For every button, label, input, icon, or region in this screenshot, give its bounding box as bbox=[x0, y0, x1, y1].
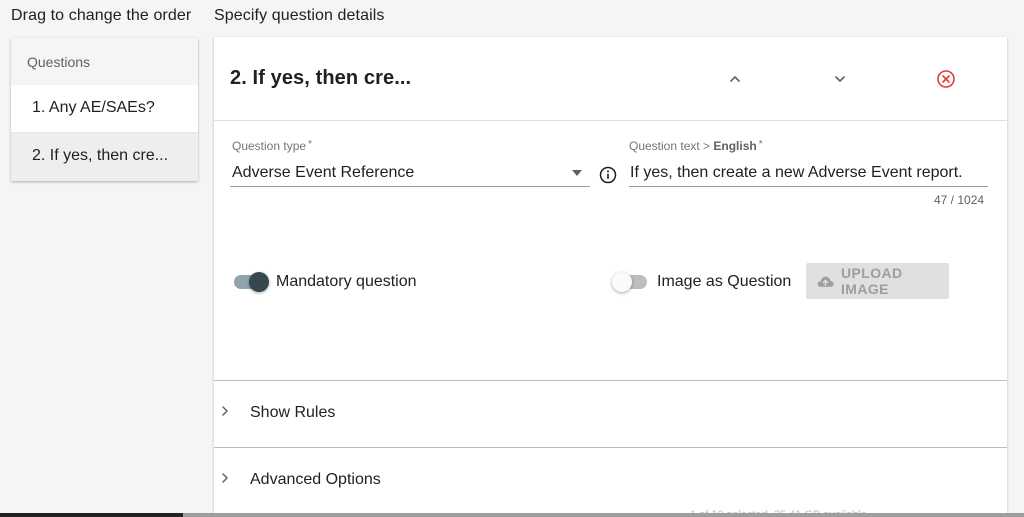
move-down-button[interactable] bbox=[826, 65, 854, 93]
show-rules-label: Show Rules bbox=[250, 404, 336, 421]
image-as-question-toggle[interactable] bbox=[612, 272, 648, 292]
question-type-label: Question type * bbox=[232, 139, 312, 153]
toggle-thumb bbox=[249, 272, 269, 292]
card-header: 2. If yes, then cre... bbox=[214, 37, 1007, 121]
card-title: 2. If yes, then cre... bbox=[230, 67, 412, 89]
question-details-card: 2. If yes, then cre... Question type * Ad… bbox=[214, 37, 1007, 517]
character-counter: 47 / 1024 bbox=[934, 193, 985, 207]
cloud-upload-icon bbox=[817, 276, 834, 287]
chevron-down-icon bbox=[835, 76, 845, 82]
toggle-thumb bbox=[612, 272, 632, 292]
question-text-label: Question text > English * bbox=[629, 139, 763, 153]
details-heading: Specify question details bbox=[214, 7, 385, 24]
question-list-item-1[interactable]: 1. Any AE/SAEs? bbox=[11, 85, 198, 133]
delete-question-button[interactable] bbox=[932, 65, 960, 93]
advanced-options-section[interactable]: Advanced Options bbox=[214, 447, 1007, 514]
close-circle-icon bbox=[937, 70, 955, 88]
move-up-button[interactable] bbox=[721, 65, 749, 93]
advanced-options-label: Advanced Options bbox=[250, 471, 381, 488]
bottom-bar-track bbox=[183, 513, 1024, 517]
image-as-question-label: Image as Question bbox=[657, 273, 792, 290]
question-list-header: Questions bbox=[11, 38, 198, 85]
mandatory-question-toggle[interactable] bbox=[233, 272, 269, 292]
question-text-input[interactable]: If yes, then create a new Adverse Event … bbox=[630, 164, 963, 182]
info-icon[interactable] bbox=[599, 166, 617, 184]
bottom-bar-segment bbox=[0, 513, 183, 517]
question-type-underline bbox=[230, 186, 590, 187]
question-list-item-2[interactable]: 2. If yes, then cre... bbox=[11, 133, 198, 181]
question-text-underline bbox=[629, 186, 988, 187]
question-type-select[interactable]: Adverse Event Reference bbox=[232, 164, 414, 182]
reorder-heading: Drag to change the order bbox=[11, 7, 192, 24]
upload-image-button[interactable]: UPLOAD IMAGE bbox=[806, 263, 949, 299]
show-rules-section[interactable]: Show Rules bbox=[214, 380, 1007, 447]
caret-down-icon[interactable] bbox=[571, 169, 583, 177]
question-list: Questions 1. Any AE/SAEs? 2. If yes, the… bbox=[11, 38, 198, 181]
chevron-right-icon bbox=[222, 473, 228, 483]
chevron-up-icon bbox=[730, 76, 740, 82]
chevron-right-icon bbox=[222, 406, 228, 416]
mandatory-question-label: Mandatory question bbox=[276, 273, 417, 290]
